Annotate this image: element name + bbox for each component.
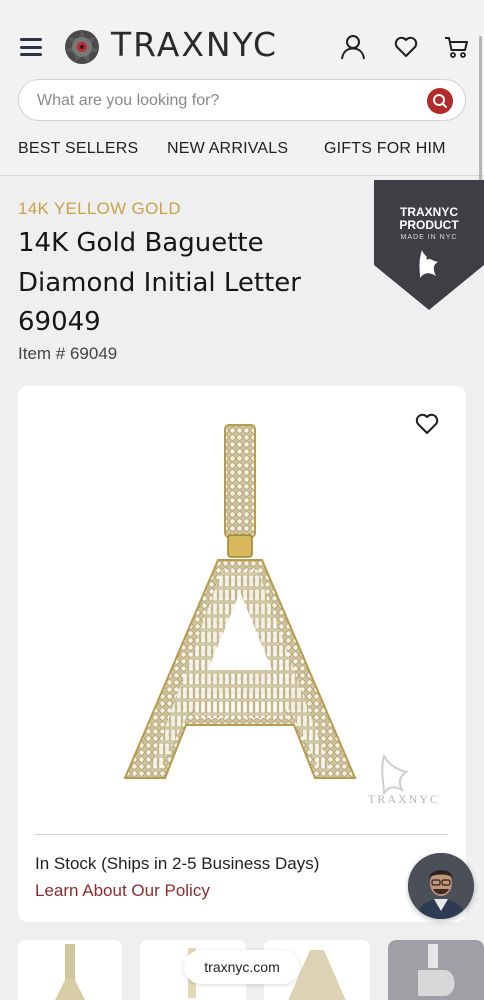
menu-icon[interactable] [20, 38, 42, 56]
nav-best-sellers[interactable]: BEST SELLERS [18, 140, 138, 158]
product-image[interactable] [110, 420, 370, 785]
svg-text:TRAXNYC: TRAXNYC [368, 792, 440, 806]
search-icon [433, 94, 447, 108]
logo-emblem-icon[interactable] [62, 27, 102, 67]
search-button[interactable] [427, 88, 453, 114]
chat-agent-avatar[interactable] [408, 853, 474, 919]
nav-gifts-for-him[interactable]: GIFTS FOR HIM [324, 140, 446, 158]
cart-icon[interactable] [444, 34, 470, 60]
badge-line-2: PRODUCT [399, 218, 459, 232]
search-input[interactable] [37, 89, 417, 113]
divider [35, 834, 448, 835]
account-icon[interactable] [340, 34, 366, 60]
badge-subtitle: MADE IN NYC [400, 234, 458, 241]
nav-new-arrivals[interactable]: NEW ARRIVALS [167, 140, 288, 158]
item-number: Item # 69049 [18, 344, 118, 363]
policy-link[interactable]: Learn About Our Policy [35, 881, 210, 901]
thumbnail-1[interactable] [18, 940, 122, 1000]
search-bar [18, 79, 466, 121]
logo-text[interactable]: TRAXNYC [111, 25, 278, 64]
traxnyc-product-badge [374, 180, 484, 310]
wishlist-icon[interactable] [393, 34, 419, 60]
badge-title: TRAXNYC PRODUCT [374, 206, 484, 232]
browser-url[interactable]: traxnyc.com [184, 950, 300, 984]
add-to-wishlist-heart-icon[interactable] [414, 412, 440, 436]
product-title: 14K Gold Baguette Diamond Initial Letter… [18, 228, 301, 337]
product-category[interactable]: 14K YELLOW GOLD [18, 199, 181, 219]
site-header: TRAXNYC BEST SELLERS NEW ARRIVALS GIFTS … [0, 0, 484, 176]
stock-status: In Stock (Ships in 2-5 Business Days) [35, 854, 320, 873]
thumbnail-4[interactable] [388, 940, 484, 1000]
watermark-text: TRAXNYC [368, 792, 440, 806]
